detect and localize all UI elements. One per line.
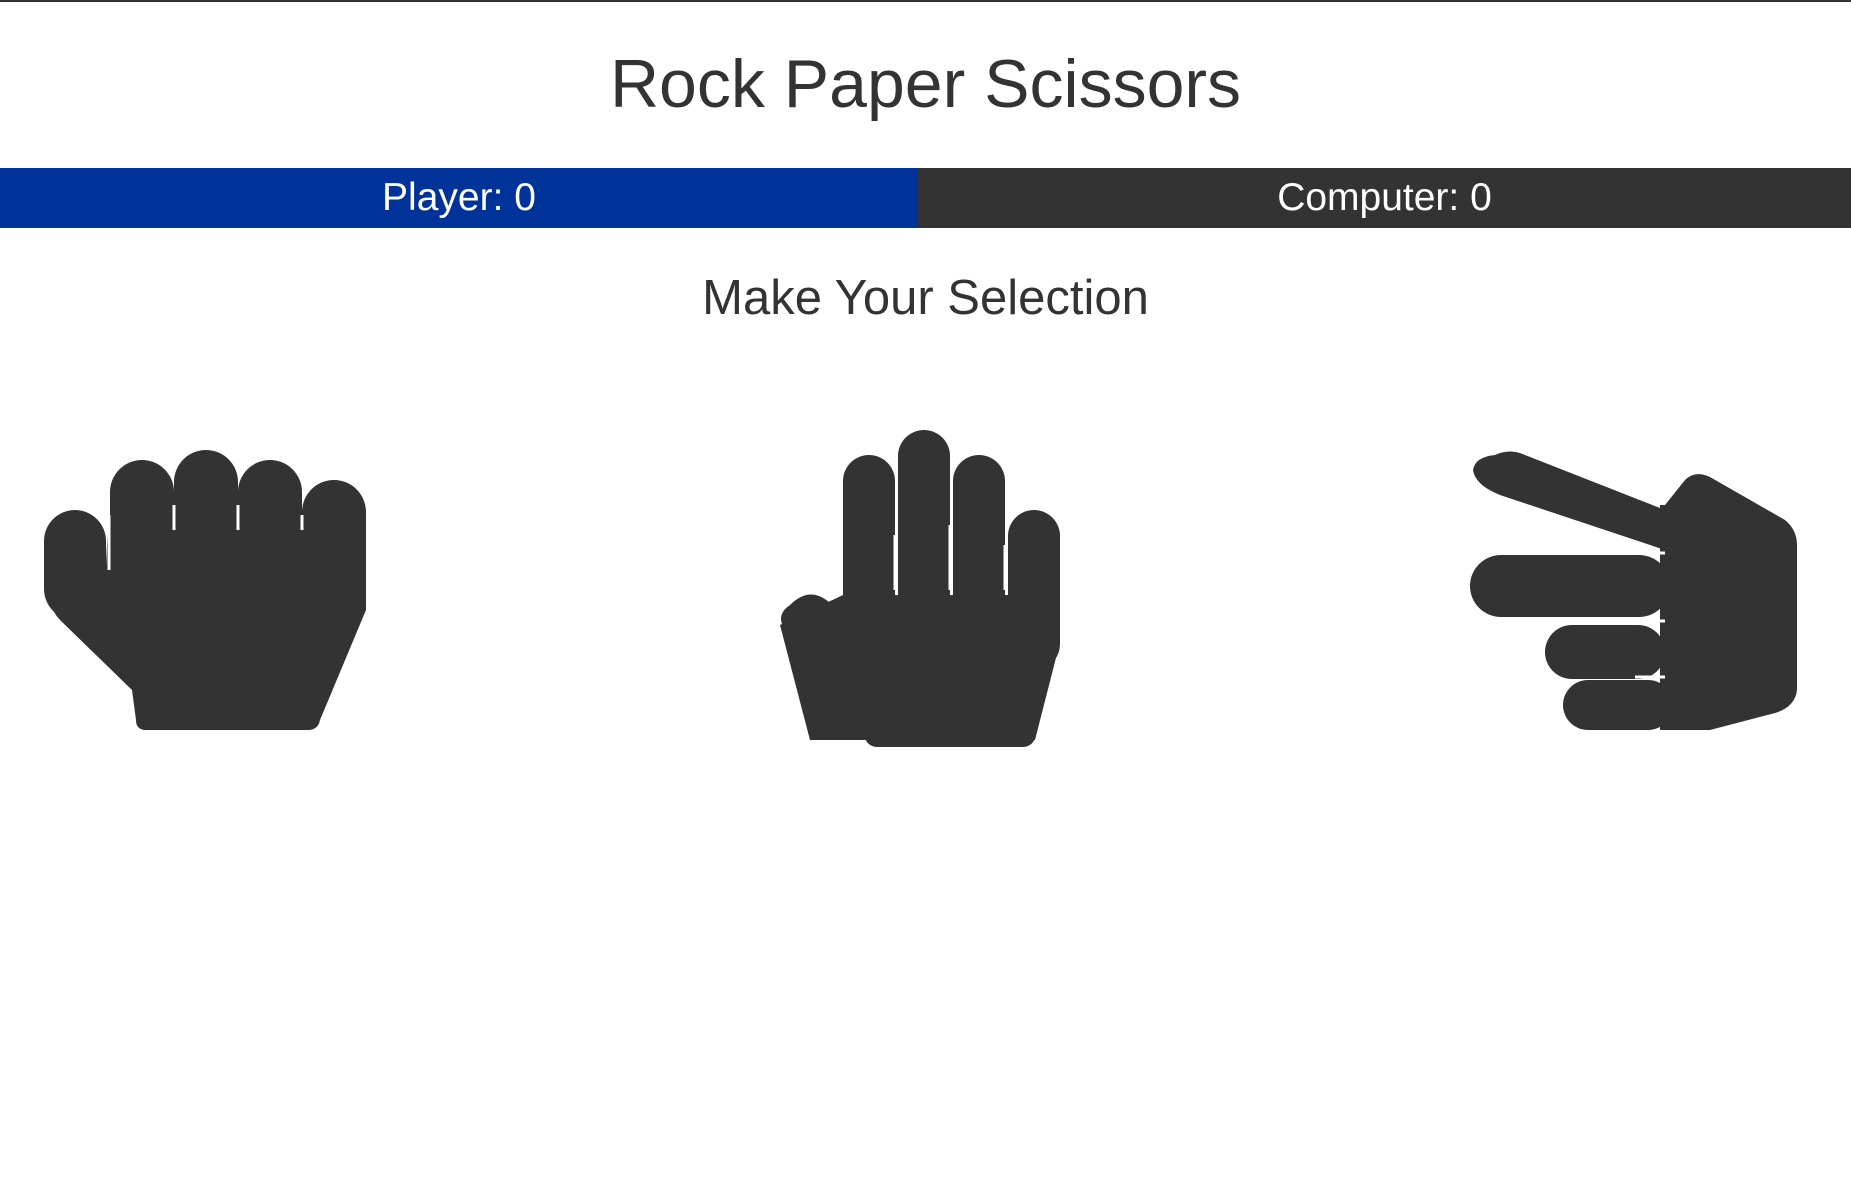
- page-title: Rock Paper Scissors: [609, 46, 1242, 122]
- top-border: [0, 0, 1851, 2]
- scissors-button[interactable]: [1465, 445, 1805, 735]
- hand-rock-icon: [44, 450, 366, 730]
- rock-button[interactable]: [40, 445, 380, 735]
- player-score: Player: 0: [0, 168, 918, 228]
- selection-prompt: Make Your Selection: [702, 271, 1149, 325]
- paper-button[interactable]: [770, 425, 1070, 755]
- hand-scissors-icon: [1470, 451, 1797, 730]
- computer-score: Computer: 0: [918, 168, 1851, 228]
- hand-paper-icon: [780, 430, 1060, 747]
- scoreboard: Player: 0 Computer: 0: [0, 168, 1851, 228]
